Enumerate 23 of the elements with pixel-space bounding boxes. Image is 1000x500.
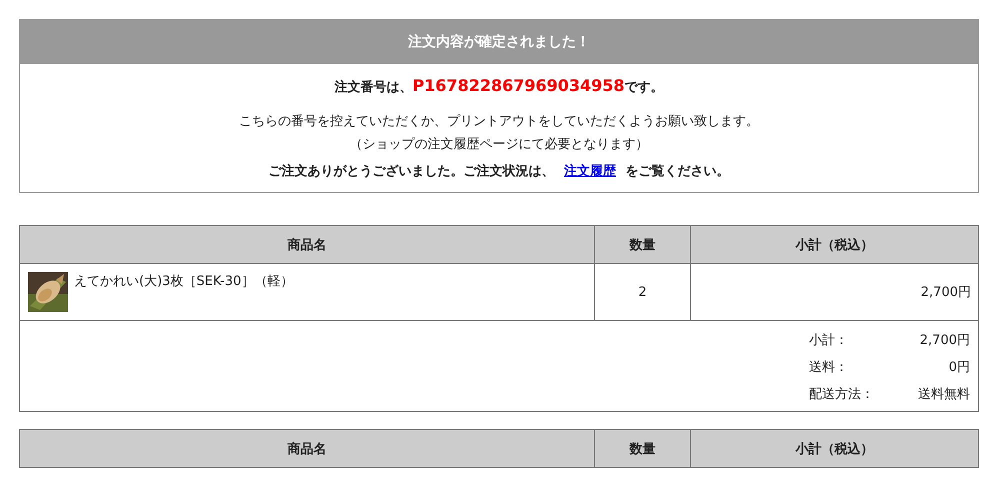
confirmation-title: 注文内容が確定されました！	[20, 20, 978, 64]
column-header: 数量	[594, 430, 690, 467]
order-history-link[interactable]: 注文履歴	[564, 164, 616, 179]
thanks-text: ご注文ありがとうございました。ご注文状況は、 注文履歴 をご覧ください。	[268, 162, 730, 180]
quantity-cell: 2	[594, 263, 690, 320]
notice-text: （ショップの注文履歴ページにて必要となります）	[350, 136, 648, 154]
summary-value: 0円	[948, 359, 970, 376]
subtotal-cell: 2,700円	[690, 263, 978, 320]
summary-label: 送料：	[809, 359, 849, 376]
column-header: 小計（税込）	[690, 226, 978, 263]
column-header: 商品名	[20, 226, 594, 263]
notice-text: こちらの番号を控えていただくか、プリントアウトをしていただくようお願い致します。	[239, 113, 759, 131]
summary-value: 送料無料	[917, 386, 970, 403]
summary-value: 2,700円	[918, 332, 970, 349]
column-header: 小計（税込）	[690, 430, 978, 467]
summary-label: 小計：	[809, 332, 849, 349]
order-number: P167822867969034958	[412, 76, 625, 95]
product-name: えてかれい(大)3枚［SEK-30］（軽）	[74, 273, 294, 290]
order-number-label: 注文番号は、	[334, 78, 412, 96]
order-number-suffix: です。	[624, 79, 664, 96]
summary-label: 配送方法：	[809, 386, 874, 403]
column-header: 商品名	[20, 430, 594, 467]
column-header: 数量	[594, 226, 690, 263]
